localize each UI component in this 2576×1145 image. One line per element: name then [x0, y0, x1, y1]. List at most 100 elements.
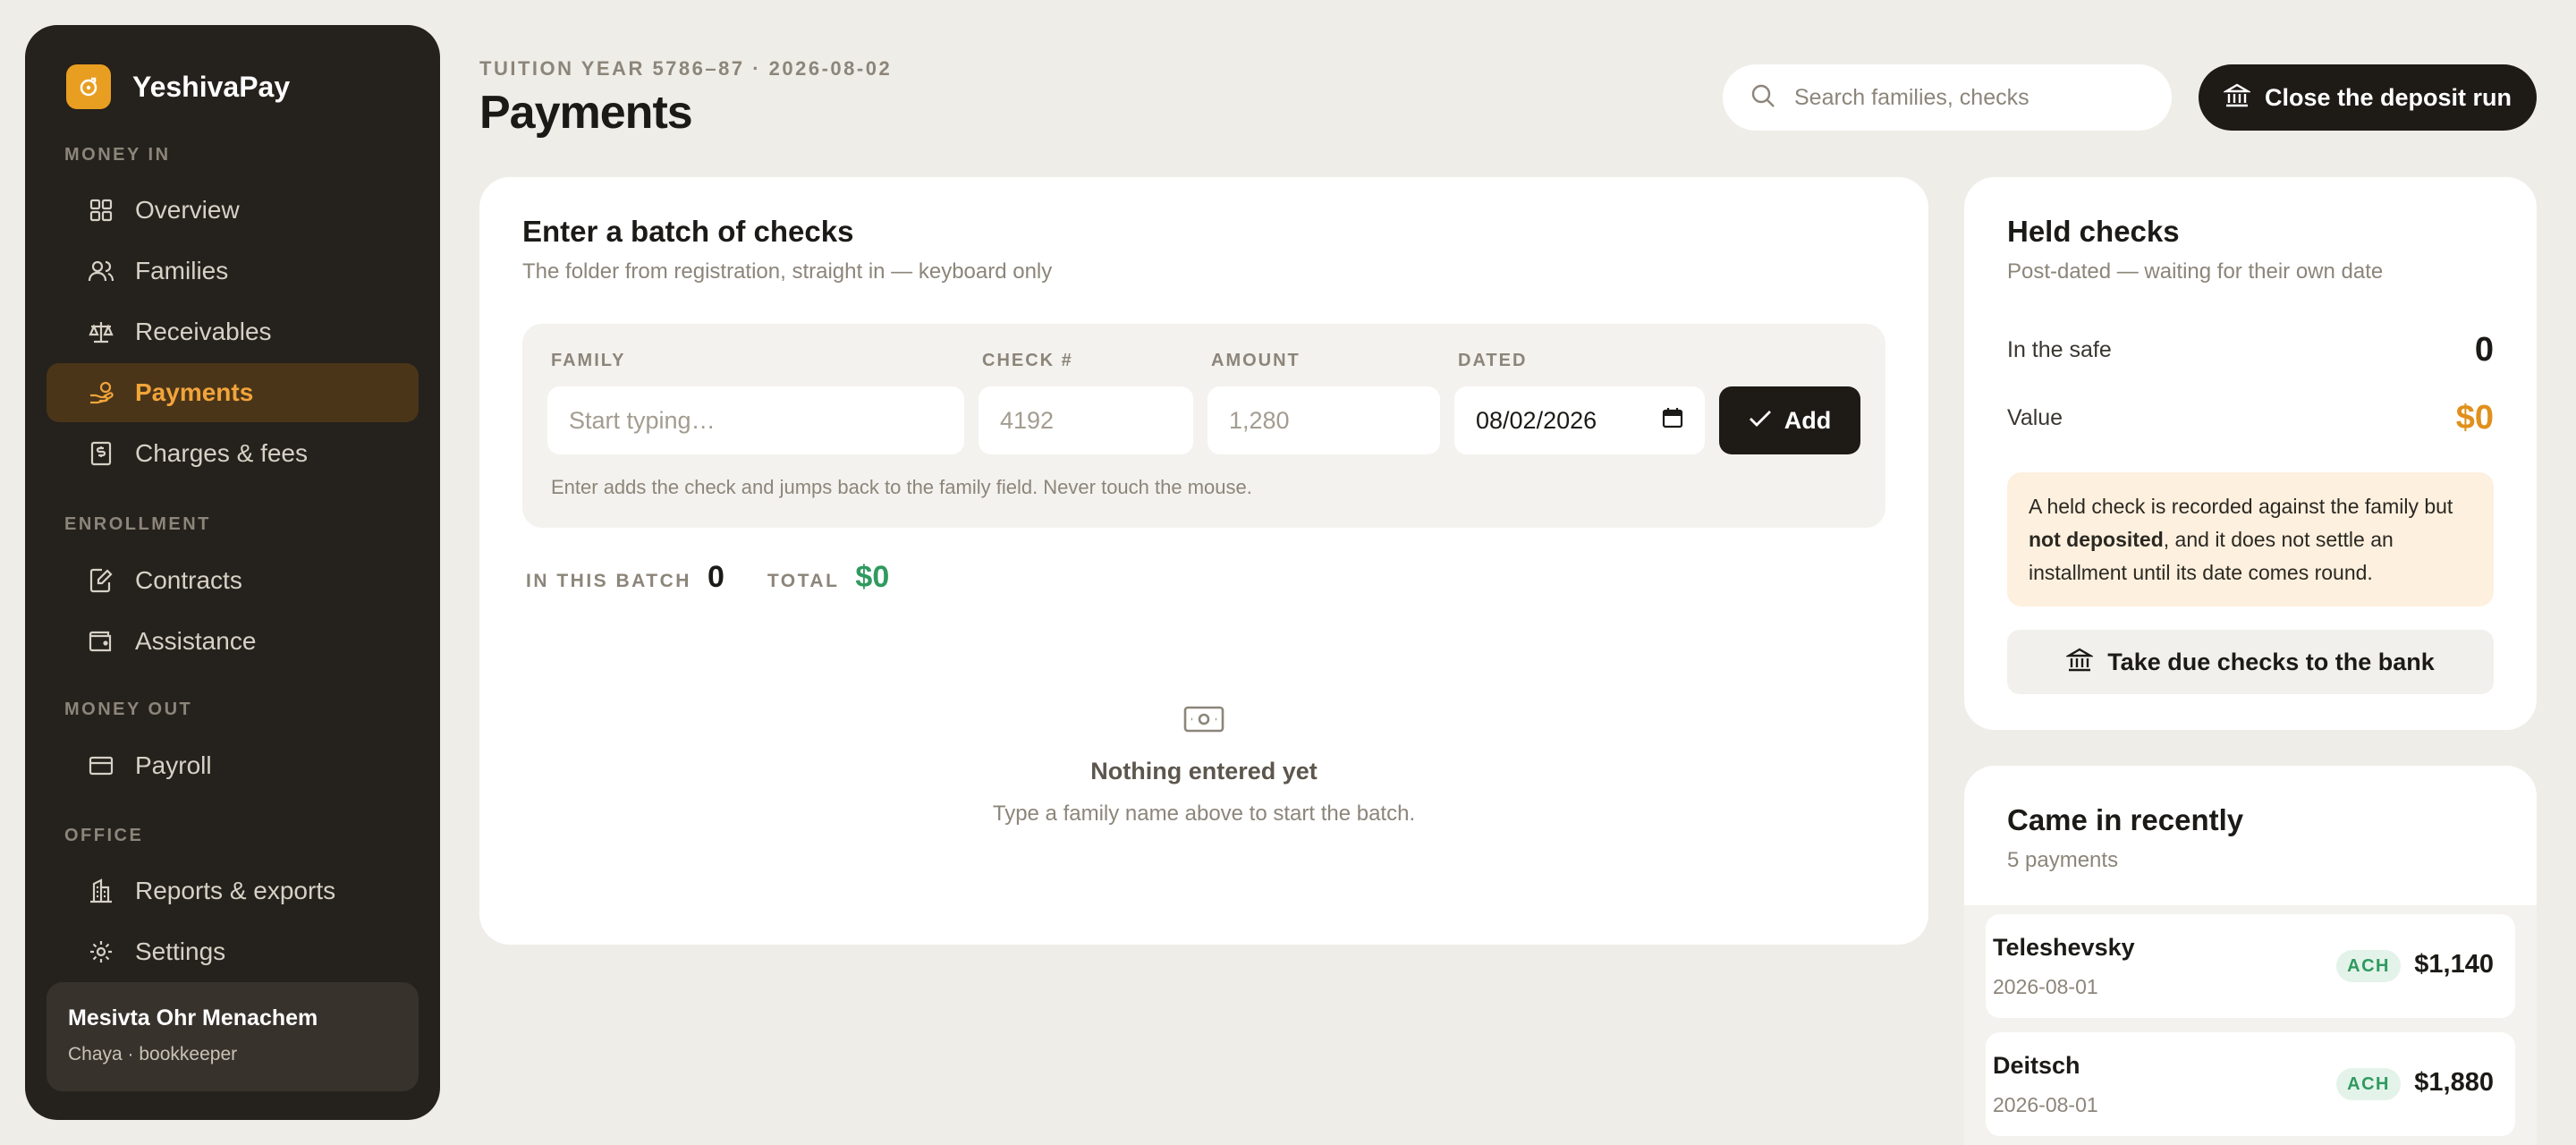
check-icon	[1749, 407, 1772, 435]
amount-field[interactable]	[1208, 386, 1440, 454]
keyboard-hint: Enter adds the check and jumps back to t…	[551, 476, 1252, 498]
close-deposit-run-label: Close the deposit run	[2264, 83, 2512, 111]
held-note: A held check is recorded against the fam…	[2007, 472, 2494, 606]
amount-label: AMOUNT	[1211, 351, 1301, 370]
sidebar-item-label: Overview	[135, 196, 240, 224]
sidebar-item-label: Payroll	[135, 751, 212, 779]
sidebar: YeshivaPay MONEY IN Overview Families Re…	[25, 25, 440, 1120]
held-title: Held checks	[2007, 215, 2180, 248]
receipt-icon	[88, 440, 114, 467]
empty-subtitle: Type a family name above to start the ba…	[992, 802, 1416, 826]
list-item[interactable]: Teleshevsky 2026-08-01 ACH $1,140	[1986, 914, 2515, 1018]
payment-date: 2026-08-01	[1993, 1093, 2098, 1116]
search-icon	[1750, 82, 1776, 114]
card-icon	[88, 752, 114, 779]
dated-label: DATED	[1458, 351, 1528, 370]
page-title: Payments	[479, 87, 693, 139]
list-item[interactable]: Deitsch 2026-08-01 ACH $1,880	[1986, 1032, 2515, 1136]
sidebar-item-label: Settings	[135, 937, 226, 965]
take-checks-to-bank-button[interactable]: Take due checks to the bank	[2007, 630, 2494, 694]
sidebar-item-families[interactable]: Families	[47, 242, 419, 301]
file-pen-icon	[88, 567, 114, 594]
sidebar-item-label: Reports & exports	[135, 877, 336, 904]
held-checks-card: Held checks Post-dated — waiting for the…	[1964, 177, 2537, 730]
check-number-field[interactable]	[979, 386, 1193, 454]
calendar-icon[interactable]	[1662, 407, 1683, 435]
scale-icon	[88, 318, 114, 345]
brand-name: YeshivaPay	[132, 70, 291, 103]
batch-title: Enter a batch of checks	[522, 215, 854, 248]
wallet-icon	[88, 628, 114, 655]
held-value-row: Value $0	[2007, 399, 2494, 437]
method-badge: ACH	[2336, 1068, 2401, 1100]
close-deposit-run-button[interactable]: Close the deposit run	[2199, 64, 2537, 131]
nav-section-office: OFFICE	[64, 826, 144, 845]
payer-name: Teleshevsky	[1993, 934, 2135, 961]
family-input[interactable]	[569, 406, 964, 435]
batch-entry-form: FAMILY CHECK # AMOUNT DATED 08/02/2026 A…	[522, 324, 1885, 528]
account-switcher[interactable]: Mesivta Ohr Menachem Chaya · bookkeeper	[47, 982, 419, 1091]
sidebar-item-label: Families	[135, 257, 229, 284]
batch-total: $0	[855, 560, 890, 594]
bank-icon	[2222, 81, 2252, 114]
nav-section-money-out: MONEY OUT	[64, 700, 193, 719]
sidebar-item-label: Payments	[135, 378, 254, 406]
held-note-emphasis: not deposited	[2029, 528, 2164, 551]
sidebar-item-assistance[interactable]: Assistance	[47, 612, 419, 671]
payment-amount: $1,140	[2414, 950, 2494, 979]
batch-tally: IN THIS BATCH 0 TOTAL $0	[526, 560, 889, 595]
batch-count: 0	[707, 560, 724, 594]
sidebar-item-settings[interactable]: Settings	[47, 922, 419, 981]
sidebar-item-label: Assistance	[135, 627, 257, 655]
bank-icon	[2064, 646, 2095, 679]
dated-value: 08/02/2026	[1476, 406, 1597, 434]
sidebar-item-label: Receivables	[135, 318, 272, 345]
sidebar-item-contracts[interactable]: Contracts	[47, 551, 419, 610]
brand-logo-icon	[66, 64, 111, 109]
in-safe-value: 0	[2474, 331, 2494, 369]
family-field[interactable]	[547, 386, 964, 454]
held-value: $0	[2455, 399, 2494, 437]
in-safe-label: In the safe	[2007, 337, 2112, 362]
nav-section-money-in: MONEY IN	[64, 145, 171, 165]
amount-input[interactable]	[1229, 406, 1440, 435]
sidebar-item-reports[interactable]: Reports & exports	[47, 861, 419, 920]
empty-title: Nothing entered yet	[1090, 758, 1318, 785]
in-safe-row: In the safe 0	[2007, 331, 2494, 369]
payer-name: Deitsch	[1993, 1052, 2080, 1079]
grid-icon	[88, 197, 114, 224]
gear-icon	[88, 938, 114, 965]
sidebar-item-payroll[interactable]: Payroll	[47, 736, 419, 795]
recent-title: Came in recently	[2007, 803, 2244, 836]
add-check-button[interactable]: Add	[1719, 386, 1860, 454]
users-icon	[88, 258, 114, 284]
page-eyebrow: TUITION YEAR 5786–87 · 2026-08-02	[479, 57, 893, 80]
sidebar-item-label: Contracts	[135, 566, 242, 594]
search-input[interactable]	[1794, 84, 2152, 111]
account-role: Chaya · bookkeeper	[68, 1044, 238, 1064]
brand[interactable]: YeshivaPay	[66, 64, 290, 109]
family-label: FAMILY	[551, 351, 626, 370]
sidebar-item-payments[interactable]: Payments	[47, 363, 419, 422]
check-number-label: CHECK #	[982, 351, 1073, 370]
payment-amount: $1,880	[2414, 1068, 2494, 1097]
sidebar-item-overview[interactable]: Overview	[47, 181, 419, 240]
method-badge: ACH	[2336, 950, 2401, 982]
batch-count-label: IN THIS BATCH	[526, 571, 691, 591]
sidebar-item-receivables[interactable]: Receivables	[47, 302, 419, 361]
held-note-text: A held check is recorded against the fam…	[2029, 495, 2453, 518]
check-number-input[interactable]	[1000, 406, 1193, 435]
batch-entry-card: Enter a batch of checks The folder from …	[479, 177, 1928, 945]
take-checks-label: Take due checks to the bank	[2107, 648, 2435, 675]
hand-coins-icon	[88, 379, 114, 406]
payment-date: 2026-08-01	[1993, 975, 2098, 998]
account-name: Mesivta Ohr Menachem	[68, 1005, 318, 1030]
banknote-icon	[1183, 706, 1224, 737]
batch-total-label: TOTAL	[767, 571, 840, 591]
recent-payments-card: Came in recently 5 payments Teleshevsky …	[1964, 766, 2537, 1145]
sidebar-item-charges-fees[interactable]: Charges & fees	[47, 424, 419, 483]
nav-section-enrollment: ENROLLMENT	[64, 514, 211, 534]
search-box[interactable]	[1723, 64, 2172, 131]
building-icon	[88, 878, 114, 904]
dated-field[interactable]: 08/02/2026	[1454, 386, 1705, 454]
